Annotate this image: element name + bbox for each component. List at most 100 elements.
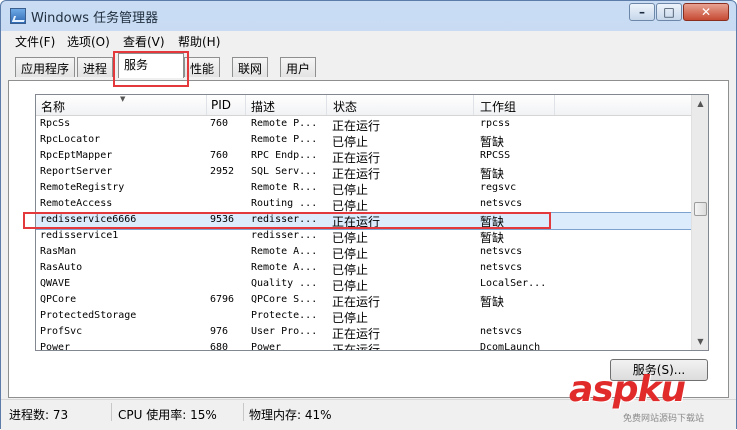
service-pid: 9536 [210, 214, 235, 225]
service-name: Power [40, 342, 71, 351]
service-group: 暂缺 [480, 167, 505, 181]
service-pid: 2952 [210, 166, 235, 177]
menu-view[interactable]: 查看(V) [123, 33, 165, 50]
service-name: ReportServer [40, 166, 113, 177]
column-status[interactable]: 状态 [333, 98, 357, 115]
service-name: RasMan [40, 246, 77, 257]
service-description: Quality ... [251, 278, 318, 289]
scroll-thumb[interactable] [694, 202, 707, 216]
watermark-logo: aspku 免费网站源码下载站 [561, 367, 736, 430]
column-divider[interactable] [245, 95, 246, 115]
scroll-up-icon[interactable]: ▲ [692, 95, 708, 112]
service-description: QPCore S... [251, 294, 318, 305]
service-description: Routing ... [251, 198, 318, 209]
tab-processes[interactable]: 进程 [77, 57, 114, 77]
minimize-icon: – [639, 5, 645, 19]
service-name: RemoteAccess [40, 198, 113, 209]
watermark-text: aspku [569, 369, 686, 410]
service-status: 已停止 [332, 183, 369, 197]
service-status: 已停止 [332, 231, 369, 245]
service-row[interactable]: RasMan Remote A... 已停止 netsvcs [36, 245, 691, 261]
service-group: DcomLaunch [480, 342, 541, 351]
scroll-down-icon[interactable]: ▼ [692, 333, 708, 350]
service-row[interactable]: QPCore 6796 QPCore S... 正在运行 暂缺 [36, 293, 691, 309]
service-group: LocalSer... [480, 278, 547, 289]
tab-applications[interactable]: 应用程序 [15, 57, 76, 77]
service-row[interactable]: RpcSs 760 Remote P... 正在运行 rpcss [36, 117, 691, 133]
service-status: 已停止 [332, 135, 369, 149]
service-group: netsvcs [480, 198, 523, 209]
menu-bar: 文件(F) 选项(O) 查看(V) 帮助(H) [1, 31, 736, 51]
service-pid: 680 [210, 342, 229, 351]
close-button[interactable]: ✕ [683, 3, 729, 21]
service-status: 已停止 [332, 311, 369, 325]
minimize-button[interactable]: – [629, 3, 655, 21]
cpu-usage: CPU 使用率: 15% [118, 408, 217, 422]
watermark-subtext: 免费网站源码下载站 [623, 414, 705, 424]
service-status: 正在运行 [332, 151, 381, 165]
service-description: Protecte... [251, 310, 318, 321]
service-row-selected[interactable]: redisservice6666 9536 redisser... 正在运行 暂缺 [36, 212, 692, 230]
column-description[interactable]: 描述 [251, 98, 275, 115]
column-divider[interactable] [473, 95, 474, 115]
service-group: 暂缺 [480, 231, 505, 245]
service-status: 正在运行 [332, 343, 381, 351]
service-description: RPC Endp... [251, 150, 318, 161]
service-row[interactable]: ProfSvc 976 User Pro... 正在运行 netsvcs [36, 325, 691, 341]
column-divider[interactable] [326, 95, 327, 115]
service-name: ProfSvc [40, 326, 83, 337]
service-group: regsvc [480, 182, 517, 193]
column-group[interactable]: 工作组 [480, 98, 516, 115]
service-row[interactable]: Power 680 Power 正在运行 DcomLaunch [36, 341, 691, 351]
menu-help[interactable]: 帮助(H) [178, 33, 220, 50]
maximize-icon: □ [663, 5, 675, 19]
service-row[interactable]: RasAuto Remote A... 已停止 netsvcs [36, 261, 691, 277]
service-status: 已停止 [332, 263, 369, 277]
task-manager-icon [10, 8, 26, 24]
task-manager-window: Windows 任务管理器 – □ ✕ 文件(F) 选项(O) 查看(V) 帮助… [0, 0, 737, 430]
title-bar[interactable]: Windows 任务管理器 – □ ✕ [1, 1, 736, 31]
service-row[interactable]: redisservice1 redisser... 已停止 暂缺 [36, 229, 691, 245]
maximize-button[interactable]: □ [656, 3, 682, 21]
column-pid[interactable]: PID [211, 98, 231, 112]
service-description: Remote P... [251, 134, 318, 145]
tab-performance[interactable]: 性能 [184, 57, 221, 77]
service-description: Remote R... [251, 182, 318, 193]
service-description: redisser... [251, 230, 318, 241]
service-pid: 760 [210, 150, 229, 161]
service-status: 正在运行 [332, 167, 381, 181]
column-divider[interactable] [554, 95, 555, 115]
service-name: QWAVE [40, 278, 71, 289]
service-row[interactable]: QWAVE Quality ... 已停止 LocalSer... [36, 277, 691, 293]
service-description: redisser... [251, 214, 318, 225]
services-list[interactable]: ▼ 名称 PID 描述 状态 工作组 RpcSs 760 Remote P... 正在… [35, 94, 709, 351]
column-divider[interactable] [206, 95, 207, 115]
service-row[interactable]: RpcLocator Remote P... 已停止 暂缺 [36, 133, 691, 149]
tab-services[interactable]: 服务 [118, 53, 184, 78]
tab-users[interactable]: 用户 [280, 57, 317, 77]
menu-file[interactable]: 文件(F) [15, 33, 55, 50]
window-title: Windows 任务管理器 [31, 11, 159, 26]
service-row[interactable]: RpcEptMapper 760 RPC Endp... 正在运行 RPCSS [36, 149, 691, 165]
service-status: 正在运行 [332, 215, 381, 229]
service-row[interactable]: ReportServer 2952 SQL Serv... 正在运行 暂缺 [36, 165, 691, 181]
vertical-scrollbar[interactable]: ▲ ▼ [691, 95, 708, 350]
service-row[interactable]: RemoteRegistry Remote R... 已停止 regsvc [36, 181, 691, 197]
service-row[interactable]: ProtectedStorage Protecte... 已停止 [36, 309, 691, 325]
service-row[interactable]: RemoteAccess Routing ... 已停止 netsvcs [36, 197, 691, 213]
service-group: 暂缺 [480, 295, 505, 309]
service-group: rpcss [480, 118, 511, 129]
tab-strip: 应用程序 进程 服务 性能 联网 用户 [1, 51, 736, 78]
service-name: RpcLocator [40, 134, 101, 145]
service-status: 正在运行 [332, 119, 381, 133]
menu-options[interactable]: 选项(O) [67, 33, 110, 50]
process-count: 进程数: 73 [9, 408, 69, 422]
service-description: Remote P... [251, 118, 318, 129]
service-status: 正在运行 [332, 327, 381, 341]
column-name[interactable]: 名称 [41, 98, 65, 115]
service-name: QPCore [40, 294, 77, 305]
service-status: 已停止 [332, 279, 369, 293]
service-description: Remote A... [251, 262, 318, 273]
tab-networking[interactable]: 联网 [232, 57, 269, 77]
service-name: redisservice6666 [40, 214, 137, 225]
